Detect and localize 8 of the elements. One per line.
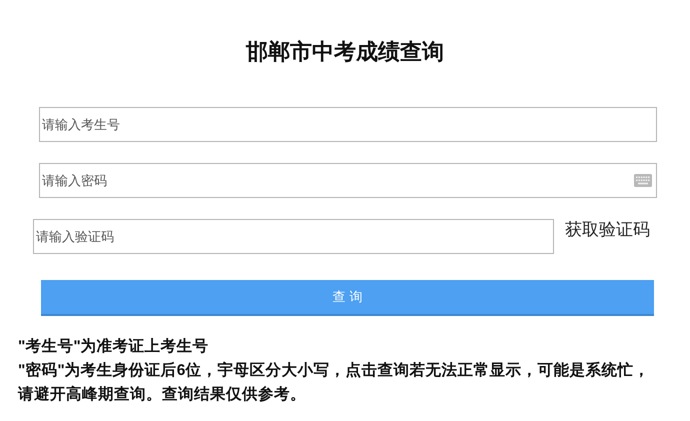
page-title: 邯郸市中考成绩查询 — [244, 38, 445, 67]
password-field[interactable]: 请输入密码 — [39, 163, 657, 198]
candidate-number-field[interactable]: 请输入考生号 — [39, 107, 657, 142]
keyboard-icon[interactable] — [634, 174, 652, 187]
note-text: "密码"为考生身份证后6位，宇母区分大小写，点击查询若无法正常显示，可能是系统忙，请避开高峰期查询。查询结果仅供参考。 — [18, 360, 650, 405]
captcha-field[interactable]: 请输入验证码 — [33, 219, 554, 254]
note-text: "考生号"为准考证上考生号 — [18, 336, 210, 357]
get-captcha-link[interactable]: 获取验证码 — [565, 216, 650, 242]
